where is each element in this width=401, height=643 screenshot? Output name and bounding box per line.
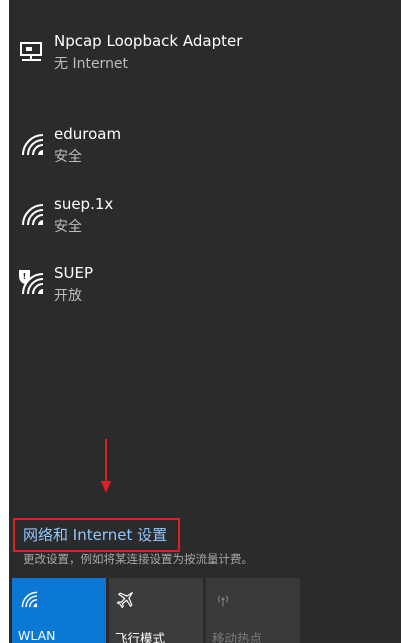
network-item-suep[interactable]: ! SUEP 开放 [9,264,401,328]
ethernet-icon [20,42,42,61]
network-name: Npcap Loopback Adapter [54,32,243,50]
wlan-toggle-tile[interactable]: WLAN [12,578,106,643]
tile-label: 移动热点 [212,631,263,643]
svg-text:!: ! [23,272,27,281]
network-status: 无 Internet [54,56,129,72]
network-status: 安全 [54,219,82,235]
tile-label: WLAN [18,628,56,643]
wifi-open-icon: ! [19,270,44,295]
airplane-mode-tile[interactable]: 飞行模式 [109,578,203,643]
network-name: suep.1x [54,195,114,213]
mobile-hotspot-tile[interactable]: 移动热点 [206,578,300,643]
network-settings-link[interactable]: 网络和 Internet 设置 [23,524,167,545]
annotation-arrow-icon [101,439,111,493]
wifi-icon [21,591,38,608]
network-item-npcap[interactable]: Npcap Loopback Adapter 无 Internet [9,32,401,96]
network-name: SUEP [54,264,94,282]
network-item-eduroam[interactable]: eduroam 安全 [9,125,401,189]
network-flyout: Npcap Loopback Adapter 无 Internet eduroa… [9,0,401,643]
wifi-icon [22,134,44,156]
network-status: 安全 [54,149,82,165]
airplane-icon [116,592,133,609]
tile-label: 飞行模式 [115,631,166,643]
network-settings-description: 更改设置，例如将某连接设置为按流量计费。 [23,552,253,566]
hotspot-icon [217,595,229,607]
network-name: eduroam [54,125,122,143]
wifi-icon [22,204,44,226]
network-status: 开放 [54,288,82,304]
network-item-suep-1x[interactable]: suep.1x 安全 [9,195,401,259]
